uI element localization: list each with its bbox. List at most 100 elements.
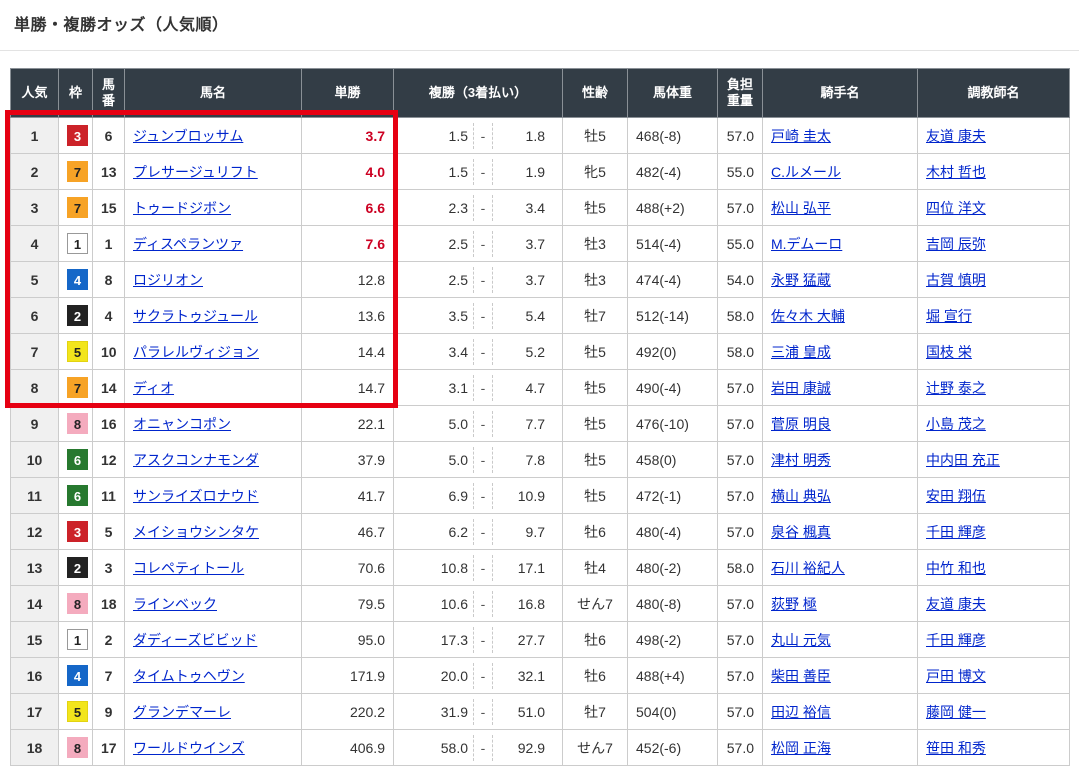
horse-number-cell: 7 — [93, 658, 125, 694]
horse-name-link[interactable]: ラインベック — [133, 596, 217, 612]
jockey-cell: 津村 明秀 — [763, 442, 918, 478]
horse-name-link[interactable]: グランデマーレ — [133, 704, 231, 720]
jockey-link[interactable]: M.デムーロ — [771, 236, 842, 252]
trainer-link[interactable]: 吉岡 辰弥 — [926, 236, 986, 252]
weight-cell: 472(-1) — [628, 478, 718, 514]
waku-cell: 8 — [59, 406, 93, 442]
table-row: 1759グランデマーレ220.231.9-51.0牡7504(0)57.0田辺 … — [11, 694, 1070, 730]
trainer-link[interactable]: 友道 康夫 — [926, 128, 986, 144]
horse-number-cell: 18 — [93, 586, 125, 622]
trainer-link[interactable]: 友道 康夫 — [926, 596, 986, 612]
horse-name-link[interactable]: タイムトゥヘヴン — [133, 668, 245, 684]
horse-number-cell: 14 — [93, 370, 125, 406]
jockey-link[interactable]: 三浦 皇成 — [771, 344, 831, 360]
waku-cell: 8 — [59, 586, 93, 622]
jockey-link[interactable]: 菅原 明良 — [771, 416, 831, 432]
horse-name-link[interactable]: パラレルヴィジョン — [133, 344, 259, 360]
place-odds-cell: 3.5-5.4 — [394, 298, 563, 334]
page-title: 単勝・複勝オッズ（人気順） — [14, 11, 229, 35]
jockey-link[interactable]: 岩田 康誠 — [771, 380, 831, 396]
horse-name-cell: ワールドウインズ — [125, 730, 302, 766]
trainer-link[interactable]: 四位 洋文 — [926, 200, 986, 216]
horse-name-link[interactable]: ジュンブロッサム — [133, 128, 243, 144]
jockey-cell: 柴田 善臣 — [763, 658, 918, 694]
trainer-link[interactable]: 国枝 栄 — [926, 344, 972, 360]
waku-badge: 8 — [67, 413, 88, 434]
trainer-link[interactable]: 中内田 充正 — [926, 452, 1000, 468]
trainer-link[interactable]: 古賀 慎明 — [926, 272, 986, 288]
jockey-link[interactable]: 田辺 裕信 — [771, 704, 831, 720]
jockey-link[interactable]: 津村 明秀 — [771, 452, 831, 468]
jockey-link[interactable]: 丸山 元気 — [771, 632, 831, 648]
jockey-link[interactable]: 松岡 正海 — [771, 740, 831, 756]
trainer-link[interactable]: 小島 茂之 — [926, 416, 986, 432]
trainer-link[interactable]: 千田 輝彦 — [926, 632, 986, 648]
horse-name-link[interactable]: オニャンコポン — [133, 416, 231, 432]
horse-name-link[interactable]: ロジリオン — [133, 272, 203, 288]
horse-number-cell: 5 — [93, 514, 125, 550]
horse-name-link[interactable]: トゥードジボン — [133, 200, 231, 216]
trainer-link[interactable]: 笹田 和秀 — [926, 740, 986, 756]
place-odds-high: 51.0 — [493, 704, 554, 720]
trainer-link[interactable]: 木村 哲也 — [926, 164, 986, 180]
jockey-link[interactable]: 松山 弘平 — [771, 200, 831, 216]
place-odds-low: 31.9 — [402, 704, 468, 720]
jockey-link[interactable]: 泉谷 楓真 — [771, 524, 831, 540]
trainer-link[interactable]: 千田 輝彦 — [926, 524, 986, 540]
jockey-link[interactable]: 佐々木 大輔 — [771, 308, 845, 324]
sex-age-cell: 牡4 — [563, 550, 628, 586]
horse-name-link[interactable]: アスクコンナモンダ — [133, 452, 259, 468]
jockey-link[interactable]: 荻野 極 — [771, 596, 817, 612]
waku-cell: 7 — [59, 370, 93, 406]
trainer-link[interactable]: 中竹 和也 — [926, 560, 986, 576]
waku-cell: 6 — [59, 442, 93, 478]
horse-name-link[interactable]: ワールドウインズ — [133, 740, 245, 756]
horse-name-link[interactable]: コレペティトール — [133, 560, 244, 576]
jockey-link[interactable]: 柴田 善臣 — [771, 668, 831, 684]
horse-name-link[interactable]: ディスペランツァ — [133, 236, 243, 252]
horse-name-link[interactable]: ダディーズビビッド — [133, 632, 257, 648]
place-odds-high: 5.4 — [493, 308, 554, 324]
horse-name-link[interactable]: サンライズロナウド — [133, 488, 259, 504]
jockey-link[interactable]: 横山 典弘 — [771, 488, 831, 504]
rank-cell: 17 — [11, 694, 59, 730]
jockey-link[interactable]: C.ルメール — [771, 164, 841, 180]
sex-age-cell: 牡5 — [563, 478, 628, 514]
place-odds-dash: - — [473, 699, 493, 725]
place-odds-dash: - — [473, 483, 493, 509]
trainer-cell: 笹田 和秀 — [918, 730, 1070, 766]
trainer-cell: 中竹 和也 — [918, 550, 1070, 586]
column-header-5: 複勝（3着払い） — [394, 69, 563, 118]
rank-cell: 15 — [11, 622, 59, 658]
jockey-link[interactable]: 永野 猛蔵 — [771, 272, 831, 288]
weight-cell: 480(-2) — [628, 550, 718, 586]
trainer-link[interactable]: 戸田 博文 — [926, 668, 986, 684]
load-weight-cell: 57.0 — [718, 370, 763, 406]
trainer-link[interactable]: 藤岡 健一 — [926, 704, 986, 720]
place-odds-range: 3.4-5.2 — [402, 334, 554, 369]
trainer-link[interactable]: 堀 宣行 — [926, 308, 972, 324]
jockey-link[interactable]: 石川 裕紀人 — [771, 560, 845, 576]
place-odds-high: 1.8 — [493, 128, 554, 144]
jockey-link[interactable]: 戸崎 圭太 — [771, 128, 831, 144]
trainer-cell: 千田 輝彦 — [918, 514, 1070, 550]
horse-name-link[interactable]: ディオ — [133, 380, 174, 396]
horse-name-link[interactable]: メイショウシンタケ — [133, 524, 259, 540]
win-odds-cell: 41.7 — [302, 478, 394, 514]
load-weight-cell: 57.0 — [718, 442, 763, 478]
trainer-link[interactable]: 辻野 泰之 — [926, 380, 986, 396]
trainer-link[interactable]: 安田 翔伍 — [926, 488, 986, 504]
horse-number-cell: 8 — [93, 262, 125, 298]
waku-cell: 3 — [59, 514, 93, 550]
place-odds-cell: 10.6-16.8 — [394, 586, 563, 622]
table-row: 624サクラトゥジュール13.63.5-5.4牡7512(-14)58.0佐々木… — [11, 298, 1070, 334]
horse-name-link[interactable]: プレサージュリフト — [133, 164, 258, 180]
waku-cell: 7 — [59, 154, 93, 190]
column-header-1: 枠 — [59, 69, 93, 118]
waku-badge: 2 — [67, 557, 88, 578]
place-odds-cell: 3.4-5.2 — [394, 334, 563, 370]
table-row: 18817ワールドウインズ406.958.0-92.9せん7452(-6)57.… — [11, 730, 1070, 766]
horse-name-link[interactable]: サクラトゥジュール — [133, 308, 258, 324]
horse-name-cell: メイショウシンタケ — [125, 514, 302, 550]
rank-cell: 4 — [11, 226, 59, 262]
